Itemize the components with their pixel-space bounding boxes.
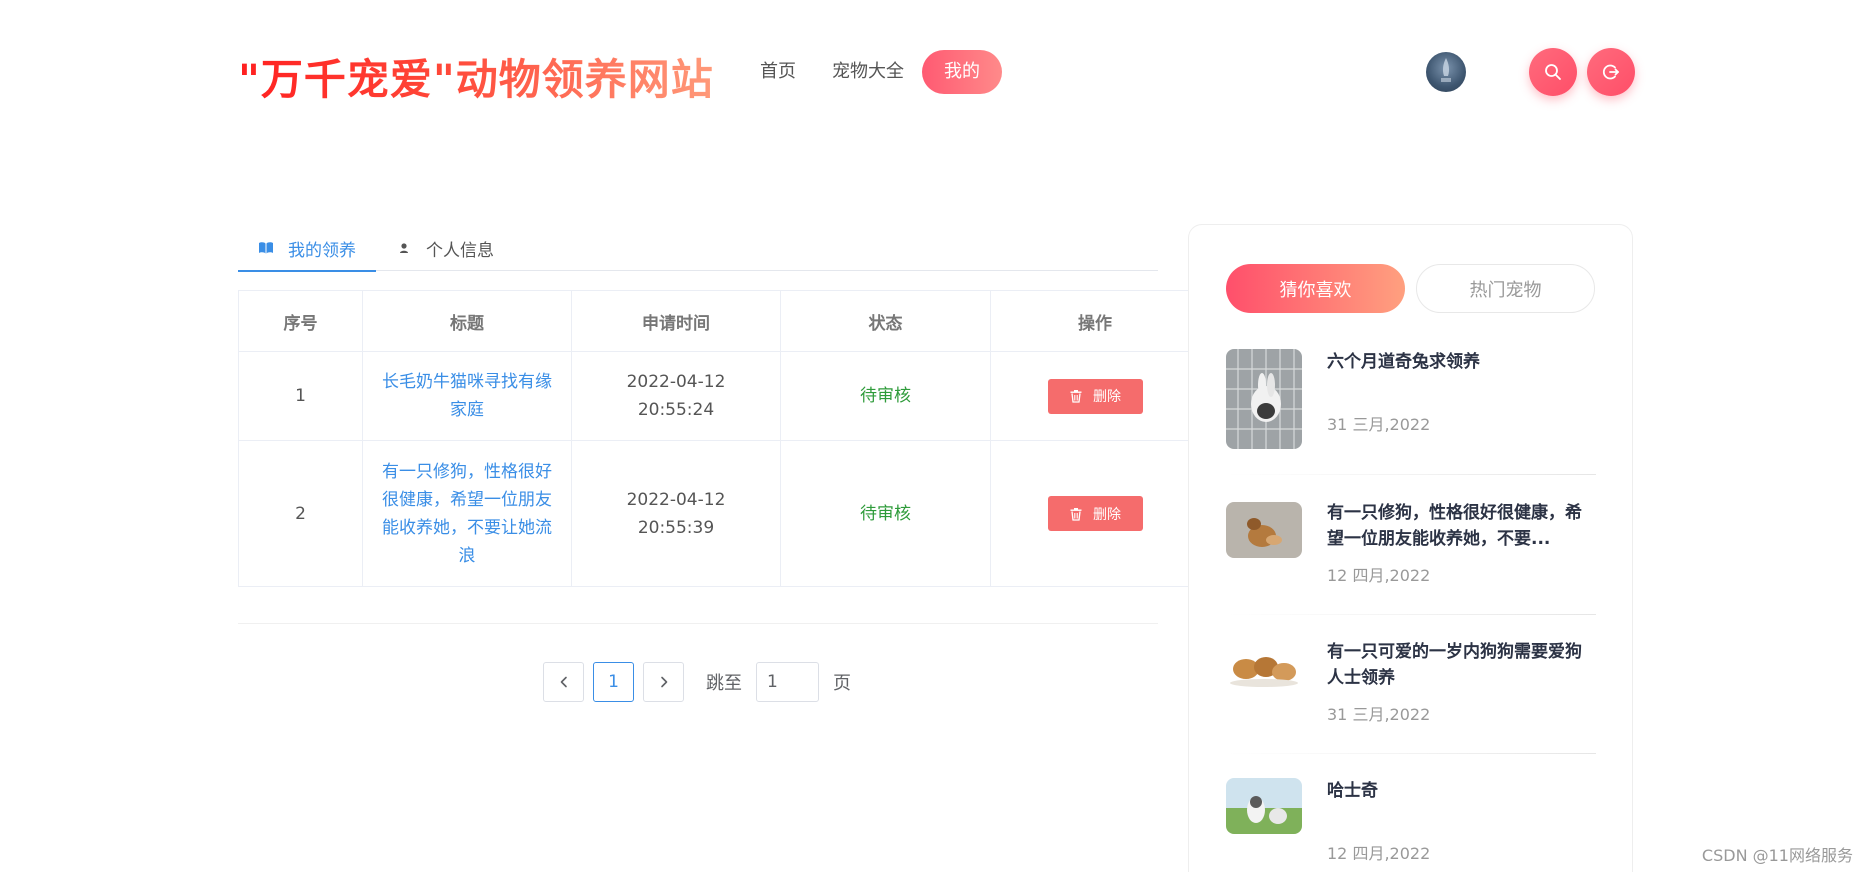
divider: [1226, 753, 1596, 754]
divider: [238, 623, 1158, 624]
pet-date: 12 四月,2022: [1327, 844, 1431, 863]
list-item[interactable]: 有一只可爱的一岁内狗狗需要爱狗人士领养 31 三月,2022: [1226, 639, 1596, 739]
prev-page-button[interactable]: [543, 662, 584, 702]
site-logo[interactable]: "万千宠爱"动物领养网站: [238, 46, 714, 107]
adoption-table: 序号 标题 申请时间 状态 操作 1 长毛奶牛猫咪寻找有缘家庭 2022-04-…: [238, 290, 1200, 587]
trash-icon: [1070, 390, 1082, 403]
pagination: 1 跳至 页: [543, 662, 851, 702]
col-status: 状态: [780, 290, 991, 352]
jump-page-input[interactable]: [756, 662, 819, 702]
pet-title[interactable]: 哈士奇: [1327, 778, 1595, 804]
search-button[interactable]: [1529, 48, 1577, 96]
next-page-button[interactable]: [643, 662, 684, 702]
watermark: CSDN @11网络服务: [1701, 846, 1853, 865]
delete-button[interactable]: 删除: [1047, 378, 1143, 414]
nav-mine[interactable]: 我的: [922, 50, 1002, 94]
row-title-link[interactable]: 长毛奶牛猫咪寻找有缘家庭: [382, 372, 552, 420]
tab-my-adoptions[interactable]: 我的领养: [238, 225, 376, 272]
pet-thumbnail[interactable]: [1226, 502, 1302, 558]
row-index: 1: [238, 351, 363, 441]
row-index: 2: [238, 440, 363, 587]
main-nav: 首页 宠物大全 我的: [742, 50, 1002, 94]
delete-button[interactable]: 删除: [1047, 496, 1143, 531]
book-icon: [258, 240, 274, 256]
pet-thumbnail[interactable]: [1226, 778, 1302, 834]
pet-title[interactable]: 六个月道奇兔求领养: [1327, 349, 1595, 375]
logout-icon: [1601, 62, 1621, 82]
chevron-right-icon: [660, 676, 667, 688]
trash-icon: [1070, 507, 1082, 521]
jump-label: 跳至: [706, 673, 742, 694]
status-badge: 待审核: [860, 386, 911, 406]
delete-label: 删除: [1093, 505, 1121, 522]
pet-date: 12 四月,2022: [1327, 566, 1431, 585]
status-badge: 待审核: [860, 503, 911, 524]
tab-guess-you-like[interactable]: 猜你喜欢: [1226, 264, 1405, 313]
divider: [1226, 614, 1596, 615]
nav-home[interactable]: 首页: [742, 50, 814, 94]
col-action: 操作: [990, 290, 1200, 352]
divider: [1226, 474, 1596, 475]
table-header-row: 序号 标题 申请时间 状态 操作: [238, 290, 1200, 352]
row-time: 2022-04-12 20:55:39: [571, 440, 781, 587]
col-index: 序号: [238, 290, 363, 352]
pet-date: 31 三月,2022: [1327, 705, 1431, 724]
pet-date: 31 三月,2022: [1327, 415, 1431, 434]
chevron-left-icon: [560, 676, 567, 688]
logout-button[interactable]: [1587, 48, 1635, 96]
tab-hot-pets[interactable]: 热门宠物: [1416, 264, 1595, 313]
pet-title[interactable]: 有一只可爱的一岁内狗狗需要爱狗人士领养: [1327, 639, 1595, 691]
table-row: 2 有一只修狗，性格很好很健康，希望一位朋友能收养她，不要让她流浪 2022-0…: [238, 440, 1200, 587]
avatar[interactable]: [1426, 52, 1466, 92]
pet-thumbnail[interactable]: [1226, 639, 1302, 695]
sidebar-tabs: 猜你喜欢 热门宠物: [1226, 264, 1606, 313]
tab-label: 个人信息: [426, 240, 494, 261]
tab-profile-info[interactable]: 个人信息: [376, 225, 514, 271]
page-label: 页: [833, 673, 851, 694]
page: "万千宠爱"动物领养网站 首页 宠物大全 我的 我的领养 个人信息 序号 标题 …: [0, 0, 1867, 872]
list-item[interactable]: 有一只修狗，性格很好很健康，希望一位朋友能收养她，不要... 12 四月,202…: [1226, 500, 1596, 600]
list-item[interactable]: 哈士奇 12 四月,2022: [1226, 778, 1596, 872]
table-row: 1 长毛奶牛猫咪寻找有缘家庭 2022-04-12 20:55:24 待审核 删…: [238, 351, 1200, 441]
col-title: 标题: [362, 290, 572, 352]
tab-label: 我的领养: [288, 240, 356, 261]
recommend-sidebar: 猜你喜欢 热门宠物 六个月道奇兔求领养 31 三月,2022 有一只修狗，性格很…: [1188, 224, 1633, 872]
nav-pets[interactable]: 宠物大全: [814, 50, 922, 94]
pet-thumbnail[interactable]: [1226, 349, 1302, 449]
row-time: 2022-04-12 20:55:24: [571, 351, 781, 441]
delete-label: 删除: [1093, 388, 1121, 404]
col-time: 申请时间: [571, 290, 781, 352]
profile-tabs: 我的领养 个人信息: [238, 225, 1158, 272]
row-title-link[interactable]: 有一只修狗，性格很好很健康，希望一位朋友能收养她，不要让她流浪: [382, 462, 552, 566]
page-number-current[interactable]: 1: [593, 662, 634, 702]
user-icon: [396, 240, 412, 256]
search-icon: [1543, 62, 1563, 82]
list-item[interactable]: 六个月道奇兔求领养 31 三月,2022: [1226, 349, 1596, 449]
pet-title[interactable]: 有一只修狗，性格很好很健康，希望一位朋友能收养她，不要...: [1327, 500, 1595, 552]
